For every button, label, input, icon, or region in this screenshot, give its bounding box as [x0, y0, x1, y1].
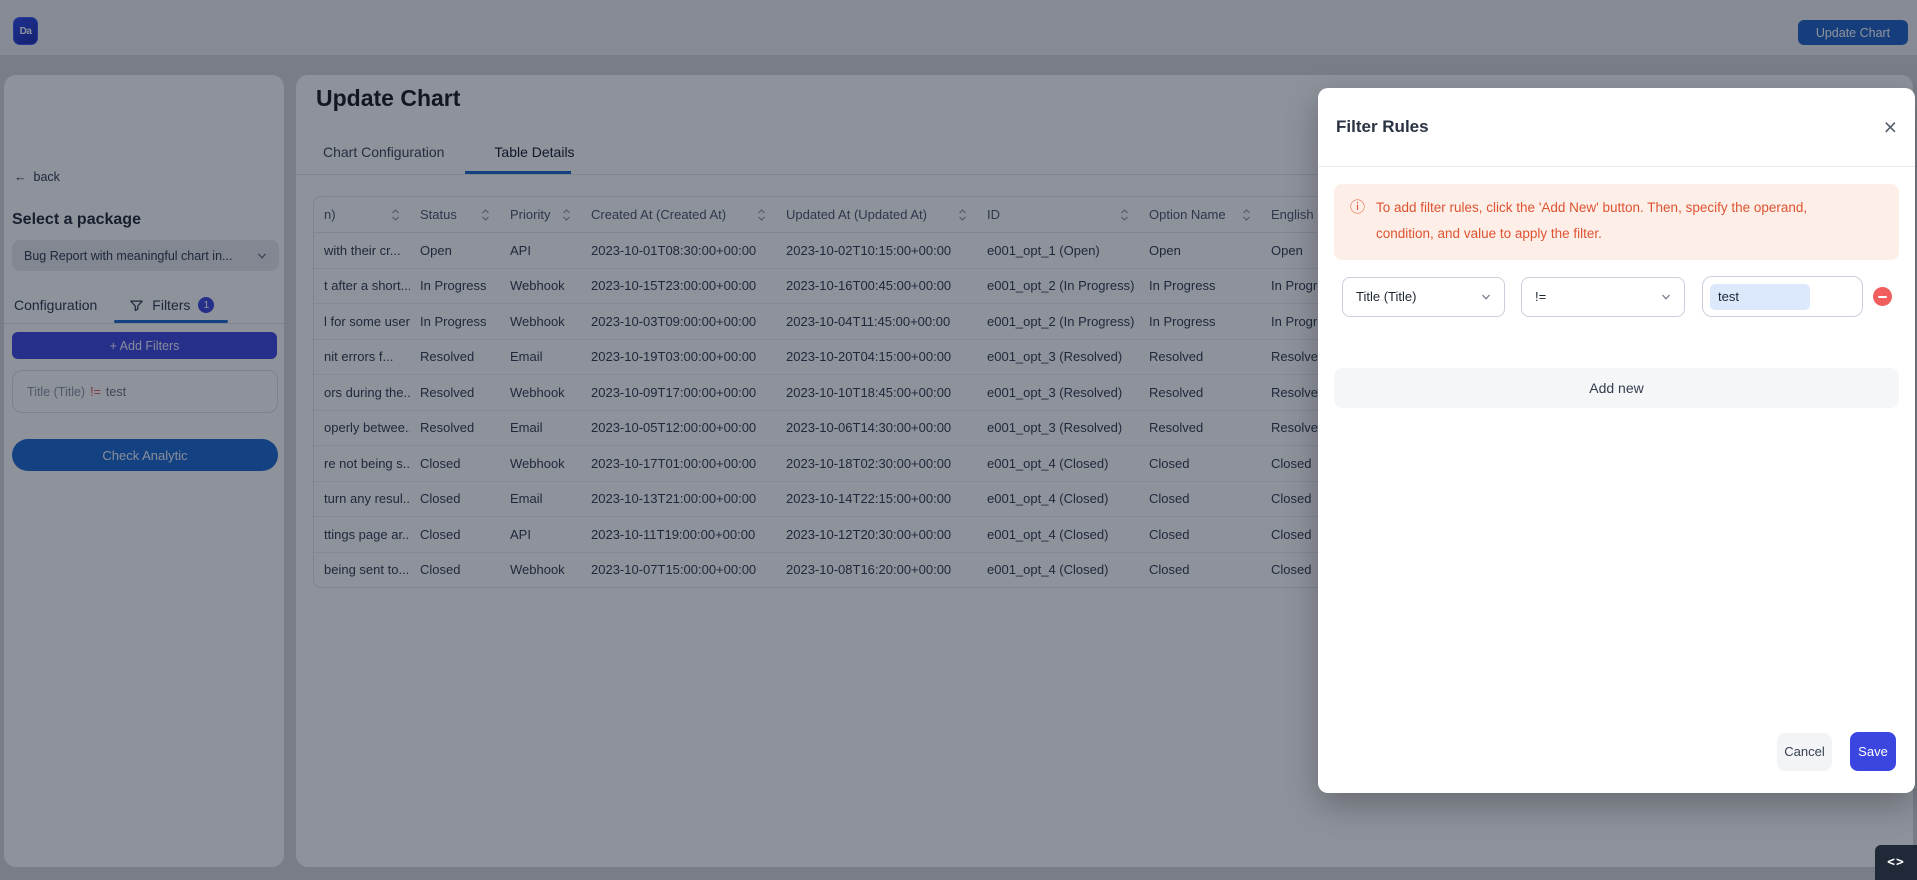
info-banner: ⓘ To add filter rules, click the 'Add Ne… [1334, 184, 1899, 260]
operand-select-value: Title (Title) [1356, 289, 1417, 304]
value-input[interactable] [1710, 283, 1810, 310]
info-banner-text: To add filter rules, click the 'Add New'… [1376, 200, 1808, 241]
value-field-wrapper [1702, 276, 1863, 317]
remove-rule-button[interactable] [1873, 287, 1892, 306]
condition-select-value: != [1535, 289, 1547, 304]
condition-select[interactable]: != [1521, 276, 1685, 317]
modal-title: Filter Rules [1336, 117, 1429, 136]
save-button[interactable]: Save [1850, 732, 1896, 771]
code-toggle-button[interactable]: <> [1875, 845, 1917, 880]
close-icon[interactable]: × [1884, 115, 1897, 139]
chevron-down-icon [1662, 294, 1670, 300]
cancel-button[interactable]: Cancel [1777, 732, 1832, 771]
info-icon: ⓘ [1350, 199, 1366, 216]
filter-rules-modal: Filter Rules × ⓘ To add filter rules, cl… [1318, 88, 1915, 793]
add-new-button[interactable]: Add new [1334, 368, 1899, 408]
operand-select[interactable]: Title (Title) [1342, 276, 1505, 317]
modal-footer: Cancel Save [1777, 732, 1896, 771]
chevron-down-icon [1482, 294, 1490, 300]
modal-header: Filter Rules × [1318, 88, 1915, 167]
filter-rule-row: Title (Title) != [1342, 276, 1892, 317]
